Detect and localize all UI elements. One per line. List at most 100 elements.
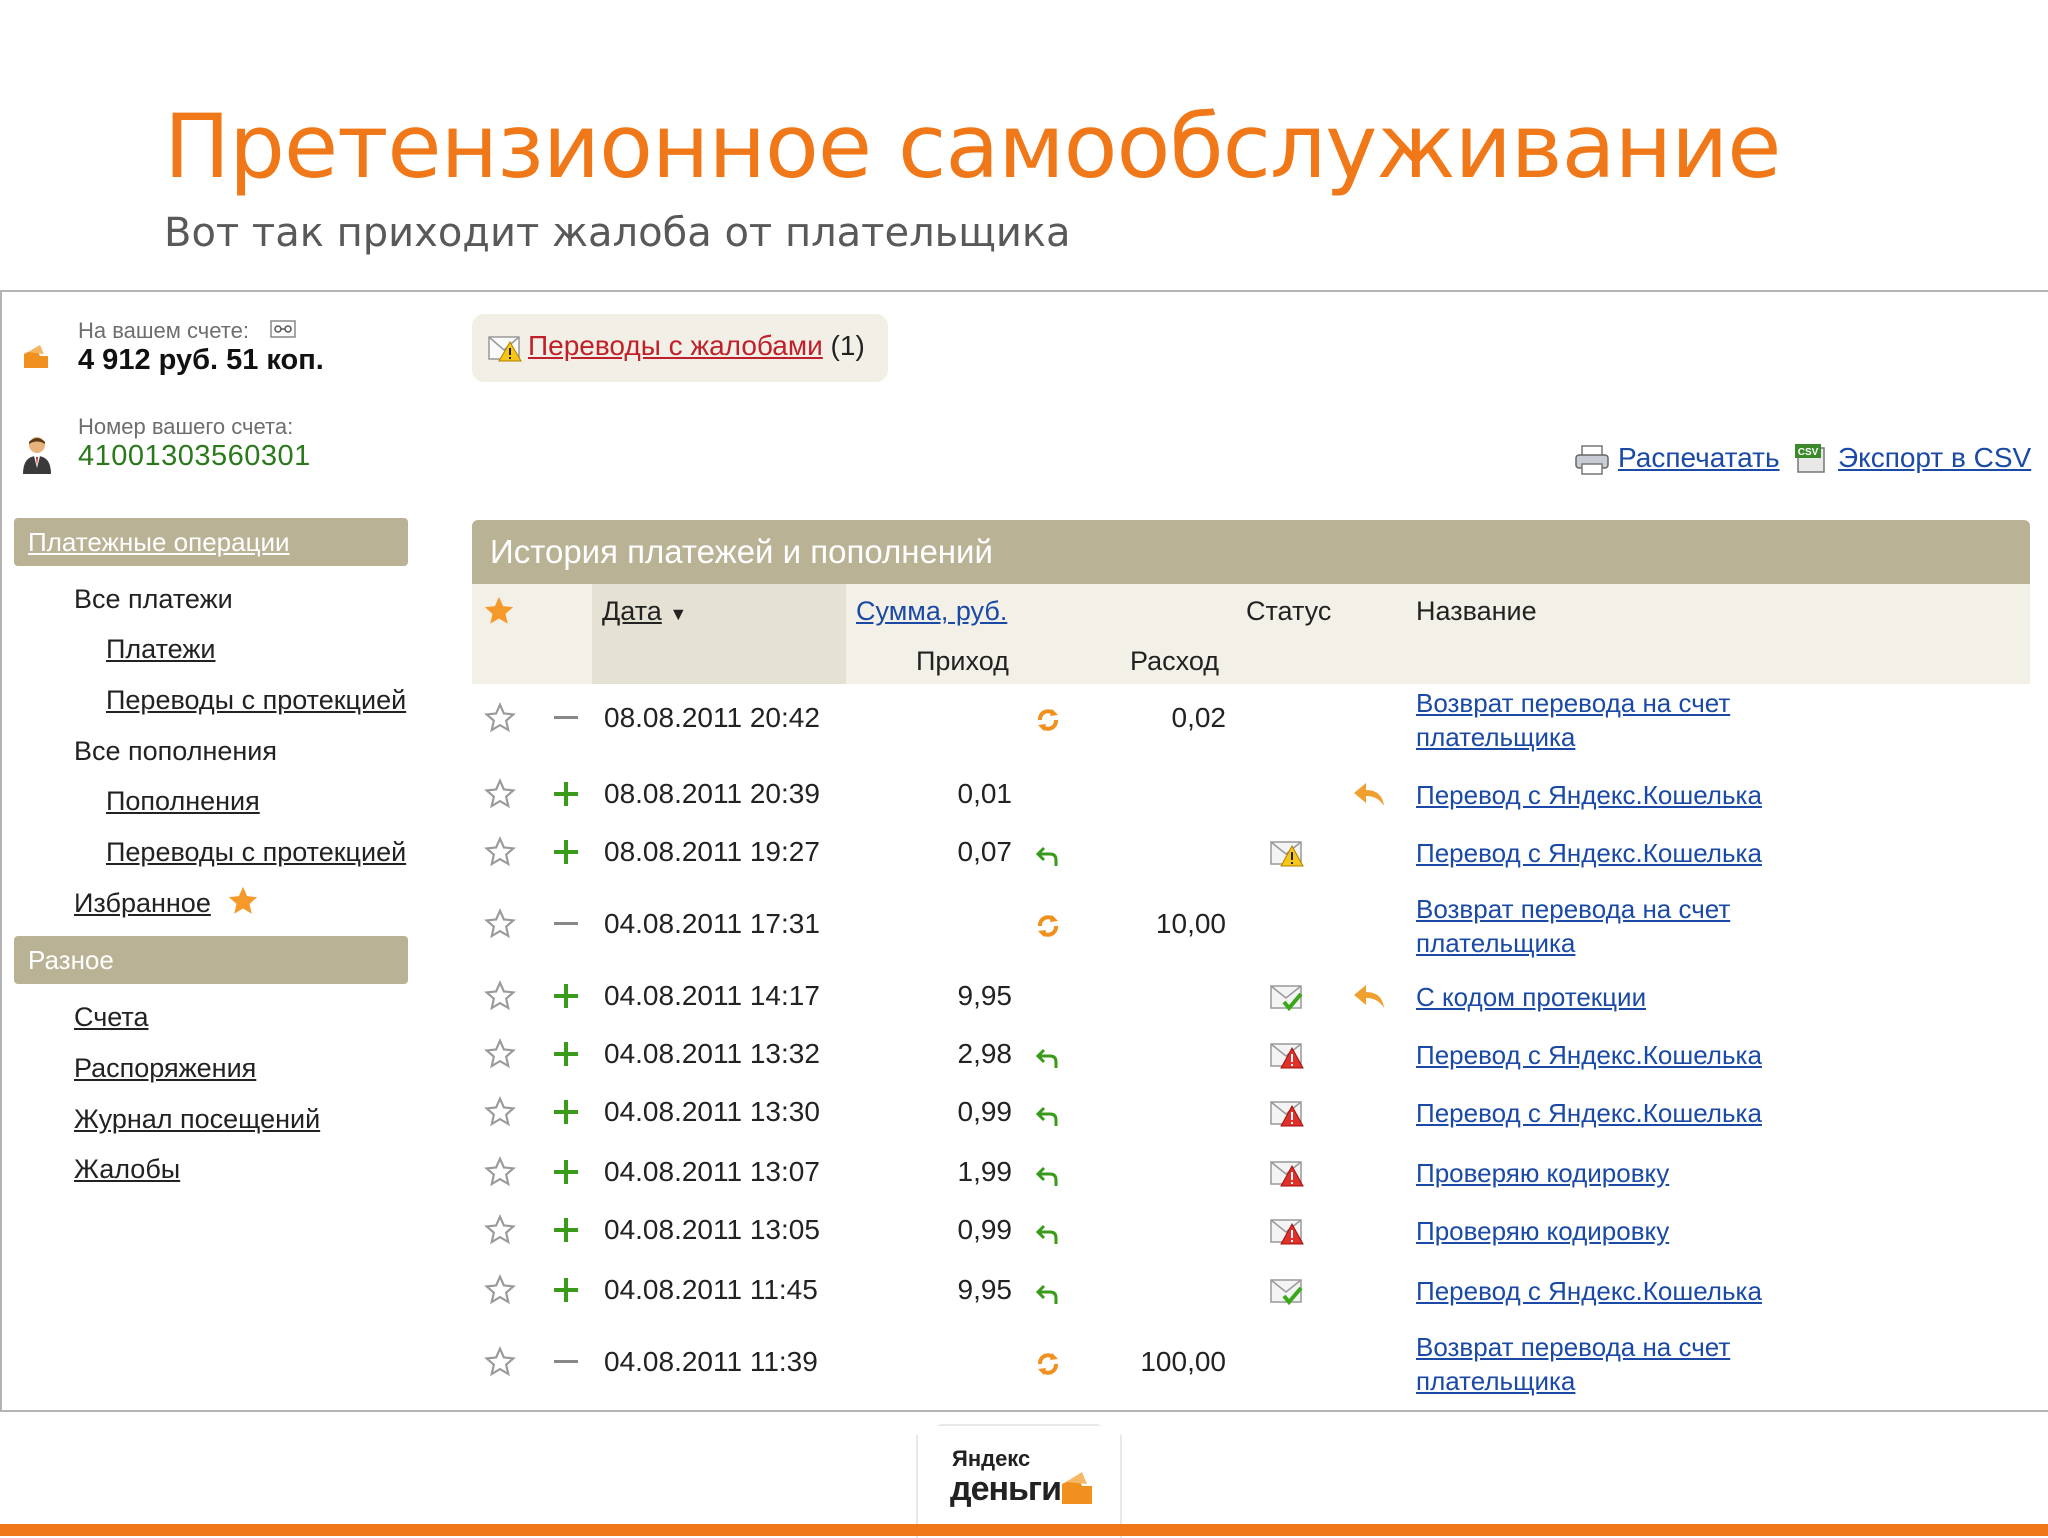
favorite-star-icon[interactable] bbox=[484, 702, 516, 734]
status-envelope-icon[interactable] bbox=[1270, 1216, 1306, 1248]
reply-arrow-icon[interactable] bbox=[1352, 982, 1386, 1012]
favorite-star-icon[interactable] bbox=[484, 980, 516, 1012]
row-name-link[interactable]: Проверяю кодировку bbox=[1416, 1156, 1669, 1190]
favorite-star-icon[interactable] bbox=[484, 1156, 516, 1188]
row-date: 04.08.2011 13:32 bbox=[604, 1038, 820, 1069]
menu-section-payments-label[interactable]: Платежные операции bbox=[28, 527, 290, 557]
row-name-line1[interactable]: Проверяю кодировку bbox=[1416, 1216, 1669, 1246]
menu-complaints[interactable]: Жалобы bbox=[74, 1154, 180, 1185]
date-column-header[interactable]: Дата ▼ bbox=[602, 596, 687, 627]
menu-all-payments[interactable]: Все платежи bbox=[74, 584, 233, 615]
plus-icon bbox=[554, 782, 578, 806]
row-name-link[interactable]: Возврат перевода на счет плательщика bbox=[1416, 686, 1730, 754]
logo-wallet-icon bbox=[1062, 1472, 1092, 1504]
row-name-link[interactable]: Проверяю кодировку bbox=[1416, 1214, 1669, 1248]
menu-topups[interactable]: Пополнения bbox=[106, 786, 260, 817]
row-date: 04.08.2011 14:17 bbox=[604, 980, 820, 1011]
reply-arrow-icon[interactable] bbox=[1352, 780, 1386, 810]
return-arrow-icon[interactable] bbox=[1036, 1282, 1060, 1306]
row-name-line1[interactable]: Перевод с Яндекс.Кошелька bbox=[1416, 780, 1762, 810]
sum-column-header[interactable]: Сумма, руб. bbox=[856, 596, 1007, 627]
printer-icon[interactable] bbox=[1574, 444, 1610, 476]
history-row: 04.08.2011 11:39 100,00 Возврат перевода н… bbox=[472, 1332, 2030, 1396]
favorite-star-icon[interactable] bbox=[484, 1214, 516, 1246]
plus-icon bbox=[554, 984, 578, 1008]
row-name-line1[interactable]: Перевод с Яндекс.Кошелька bbox=[1416, 838, 1762, 868]
row-name-link[interactable]: Перевод с Яндекс.Кошелька bbox=[1416, 1274, 1762, 1308]
favorite-star-icon[interactable] bbox=[484, 1346, 516, 1378]
row-name-link[interactable]: Перевод с Яндекс.Кошелька bbox=[1416, 778, 1762, 812]
row-name-line1[interactable]: Перевод с Яндекс.Кошелька bbox=[1416, 1098, 1762, 1128]
minus-icon bbox=[554, 1360, 578, 1363]
status-envelope-icon[interactable] bbox=[1270, 838, 1306, 870]
row-name-line1[interactable]: Возврат перевода на счет bbox=[1416, 688, 1730, 718]
row-name-line2[interactable]: плательщика bbox=[1416, 928, 1575, 958]
row-name-line2[interactable]: плательщика bbox=[1416, 1366, 1575, 1396]
favorite-star-icon[interactable] bbox=[484, 1096, 516, 1128]
status-envelope-icon[interactable] bbox=[1270, 1098, 1306, 1130]
refund-cycle-icon bbox=[1038, 1353, 1058, 1375]
row-name-link[interactable]: Перевод с Яндекс.Кошелька bbox=[1416, 1096, 1762, 1130]
row-name-link[interactable]: С кодом протекции bbox=[1416, 980, 1646, 1014]
export-csv-link[interactable]: Экспорт в CSV bbox=[1838, 442, 2031, 474]
history-row: 08.08.2011 19:27 0,07 Перевод с Яндекс.Кош… bbox=[472, 836, 2030, 876]
date-sort-link[interactable]: Дата bbox=[602, 596, 662, 626]
complaint-envelope-icon bbox=[488, 336, 522, 362]
refund-cycle-icon bbox=[1038, 709, 1058, 731]
row-name-link[interactable]: Возврат перевода на счет плательщика bbox=[1416, 892, 1730, 960]
menu-visit-log[interactable]: Журнал посещений bbox=[74, 1104, 320, 1135]
menu-accounts[interactable]: Счета bbox=[74, 1002, 148, 1033]
row-date: 04.08.2011 17:31 bbox=[604, 908, 820, 939]
yandex-money-logo: Яндекс деньги bbox=[916, 1424, 1122, 1538]
status-envelope-icon[interactable] bbox=[1270, 1158, 1306, 1190]
menu-all-topups[interactable]: Все пополнения bbox=[74, 736, 277, 767]
row-name-link[interactable]: Перевод с Яндекс.Кошелька bbox=[1416, 1038, 1762, 1072]
plus-icon bbox=[554, 840, 578, 864]
history-row: 08.08.2011 20:42 0,02 Возврат перевода на … bbox=[472, 688, 2030, 752]
status-envelope-icon[interactable] bbox=[1270, 1040, 1306, 1072]
return-arrow-icon[interactable] bbox=[1036, 844, 1060, 868]
menu-protected-transfers-out[interactable]: Переводы с протекцией bbox=[106, 685, 406, 716]
row-name-line2[interactable]: плательщика bbox=[1416, 722, 1575, 752]
return-arrow-icon[interactable] bbox=[1036, 1046, 1060, 1070]
plus-icon bbox=[554, 1042, 578, 1066]
favorite-star-icon[interactable] bbox=[484, 1274, 516, 1306]
status-envelope-icon[interactable] bbox=[1270, 1276, 1306, 1308]
favorite-star-icon[interactable] bbox=[484, 908, 516, 940]
menu-section-payments[interactable]: Платежные операции bbox=[14, 518, 408, 566]
bottom-accent-bar bbox=[0, 1524, 2048, 1536]
row-name-line1[interactable]: Проверяю кодировку bbox=[1416, 1158, 1669, 1188]
return-arrow-icon[interactable] bbox=[1036, 1104, 1060, 1128]
favorite-star-icon[interactable] bbox=[484, 778, 516, 810]
menu-favorites[interactable]: Избранное bbox=[74, 888, 211, 919]
return-arrow-icon[interactable] bbox=[1036, 1164, 1060, 1188]
print-link[interactable]: Распечатать bbox=[1618, 442, 1780, 474]
row-name-link[interactable]: Возврат перевода на счет плательщика bbox=[1416, 1330, 1730, 1398]
status-column-header: Статус bbox=[1246, 596, 1332, 626]
row-name-line1[interactable]: Возврат перевода на счет bbox=[1416, 1332, 1730, 1362]
favorite-star-icon[interactable] bbox=[484, 1038, 516, 1070]
menu-protected-transfers-in[interactable]: Переводы с протекцией bbox=[106, 837, 406, 868]
row-name-line1[interactable]: Перевод с Яндекс.Кошелька bbox=[1416, 1040, 1762, 1070]
complaints-link[interactable]: Переводы с жалобами bbox=[528, 330, 823, 361]
menu-orders[interactable]: Распоряжения bbox=[74, 1053, 256, 1084]
row-date: 08.08.2011 19:27 bbox=[604, 836, 820, 867]
hide-balance-icon[interactable] bbox=[270, 320, 296, 338]
plus-icon bbox=[554, 1218, 578, 1242]
menu-payments[interactable]: Платежи bbox=[106, 634, 216, 665]
history-title: История платежей и пополнений bbox=[490, 533, 993, 570]
row-date: 04.08.2011 13:07 bbox=[604, 1156, 820, 1187]
return-arrow-icon[interactable] bbox=[1036, 1222, 1060, 1246]
favorite-column-star-icon[interactable] bbox=[482, 594, 516, 628]
csv-icon[interactable]: CSV bbox=[1794, 442, 1826, 474]
account-balance: 4 912 руб. 51 коп. bbox=[78, 344, 324, 376]
history-row: 04.08.2011 11:45 9,95 Перевод с Яндекс.Кош… bbox=[472, 1274, 2030, 1314]
status-envelope-icon[interactable] bbox=[1270, 982, 1306, 1014]
row-name-line1[interactable]: С кодом протекции bbox=[1416, 982, 1646, 1012]
plus-icon bbox=[554, 1278, 578, 1302]
favorite-star-icon[interactable] bbox=[484, 836, 516, 868]
account-number: 41001303560301 bbox=[78, 440, 311, 472]
row-name-line1[interactable]: Перевод с Яндекс.Кошелька bbox=[1416, 1276, 1762, 1306]
row-name-link[interactable]: Перевод с Яндекс.Кошелька bbox=[1416, 836, 1762, 870]
row-name-line1[interactable]: Возврат перевода на счет bbox=[1416, 894, 1730, 924]
